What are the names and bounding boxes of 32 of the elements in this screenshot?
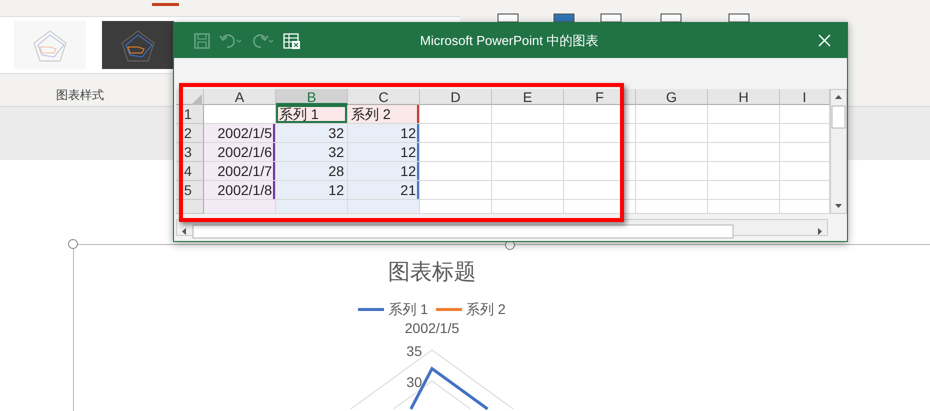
column-header[interactable]: E	[492, 89, 564, 105]
table-cell: 12	[348, 162, 420, 181]
column-header[interactable]: F	[564, 89, 636, 105]
table-cell: 12	[348, 124, 420, 143]
chart-area[interactable]: 图表标题 系列 1 系列 2 2002/1/5 35 30	[73, 244, 930, 411]
table-cell: 2002/1/7	[204, 162, 276, 181]
table-cell: 28	[276, 162, 348, 181]
legend-item: 系列 1	[358, 299, 428, 320]
column-header[interactable]: I	[780, 89, 830, 105]
window-title: Microsoft PowerPoint 中的图表	[420, 32, 598, 50]
table-cell: 12	[276, 181, 348, 200]
column-header[interactable]: B	[276, 89, 348, 105]
column-header[interactable]: G	[636, 89, 708, 105]
table-cell: 2002/1/8	[204, 181, 276, 200]
table-cell: 系列 2	[348, 105, 420, 124]
tick-label: 30	[406, 374, 422, 390]
group-label: 图表样式	[55, 87, 105, 104]
column-header[interactable]: D	[420, 89, 492, 105]
table-cell: 系列 1	[276, 105, 348, 124]
axis-label: 2002/1/5	[404, 320, 460, 336]
tick-label: 35	[406, 343, 422, 359]
column-header[interactable]: A	[204, 89, 276, 105]
column-header[interactable]: H	[708, 89, 780, 105]
table-cell: 32	[276, 143, 348, 162]
table-cell: 2002/1/6	[204, 143, 276, 162]
table-cell: 2002/1/5	[204, 124, 276, 143]
table-cell: 32	[276, 124, 348, 143]
table-cell: 12	[348, 143, 420, 162]
chart-title: 图表标题	[388, 261, 476, 283]
legend-item: 系列 2	[436, 299, 506, 320]
table-cell: 21	[348, 181, 420, 200]
column-header[interactable]: C	[348, 89, 420, 105]
